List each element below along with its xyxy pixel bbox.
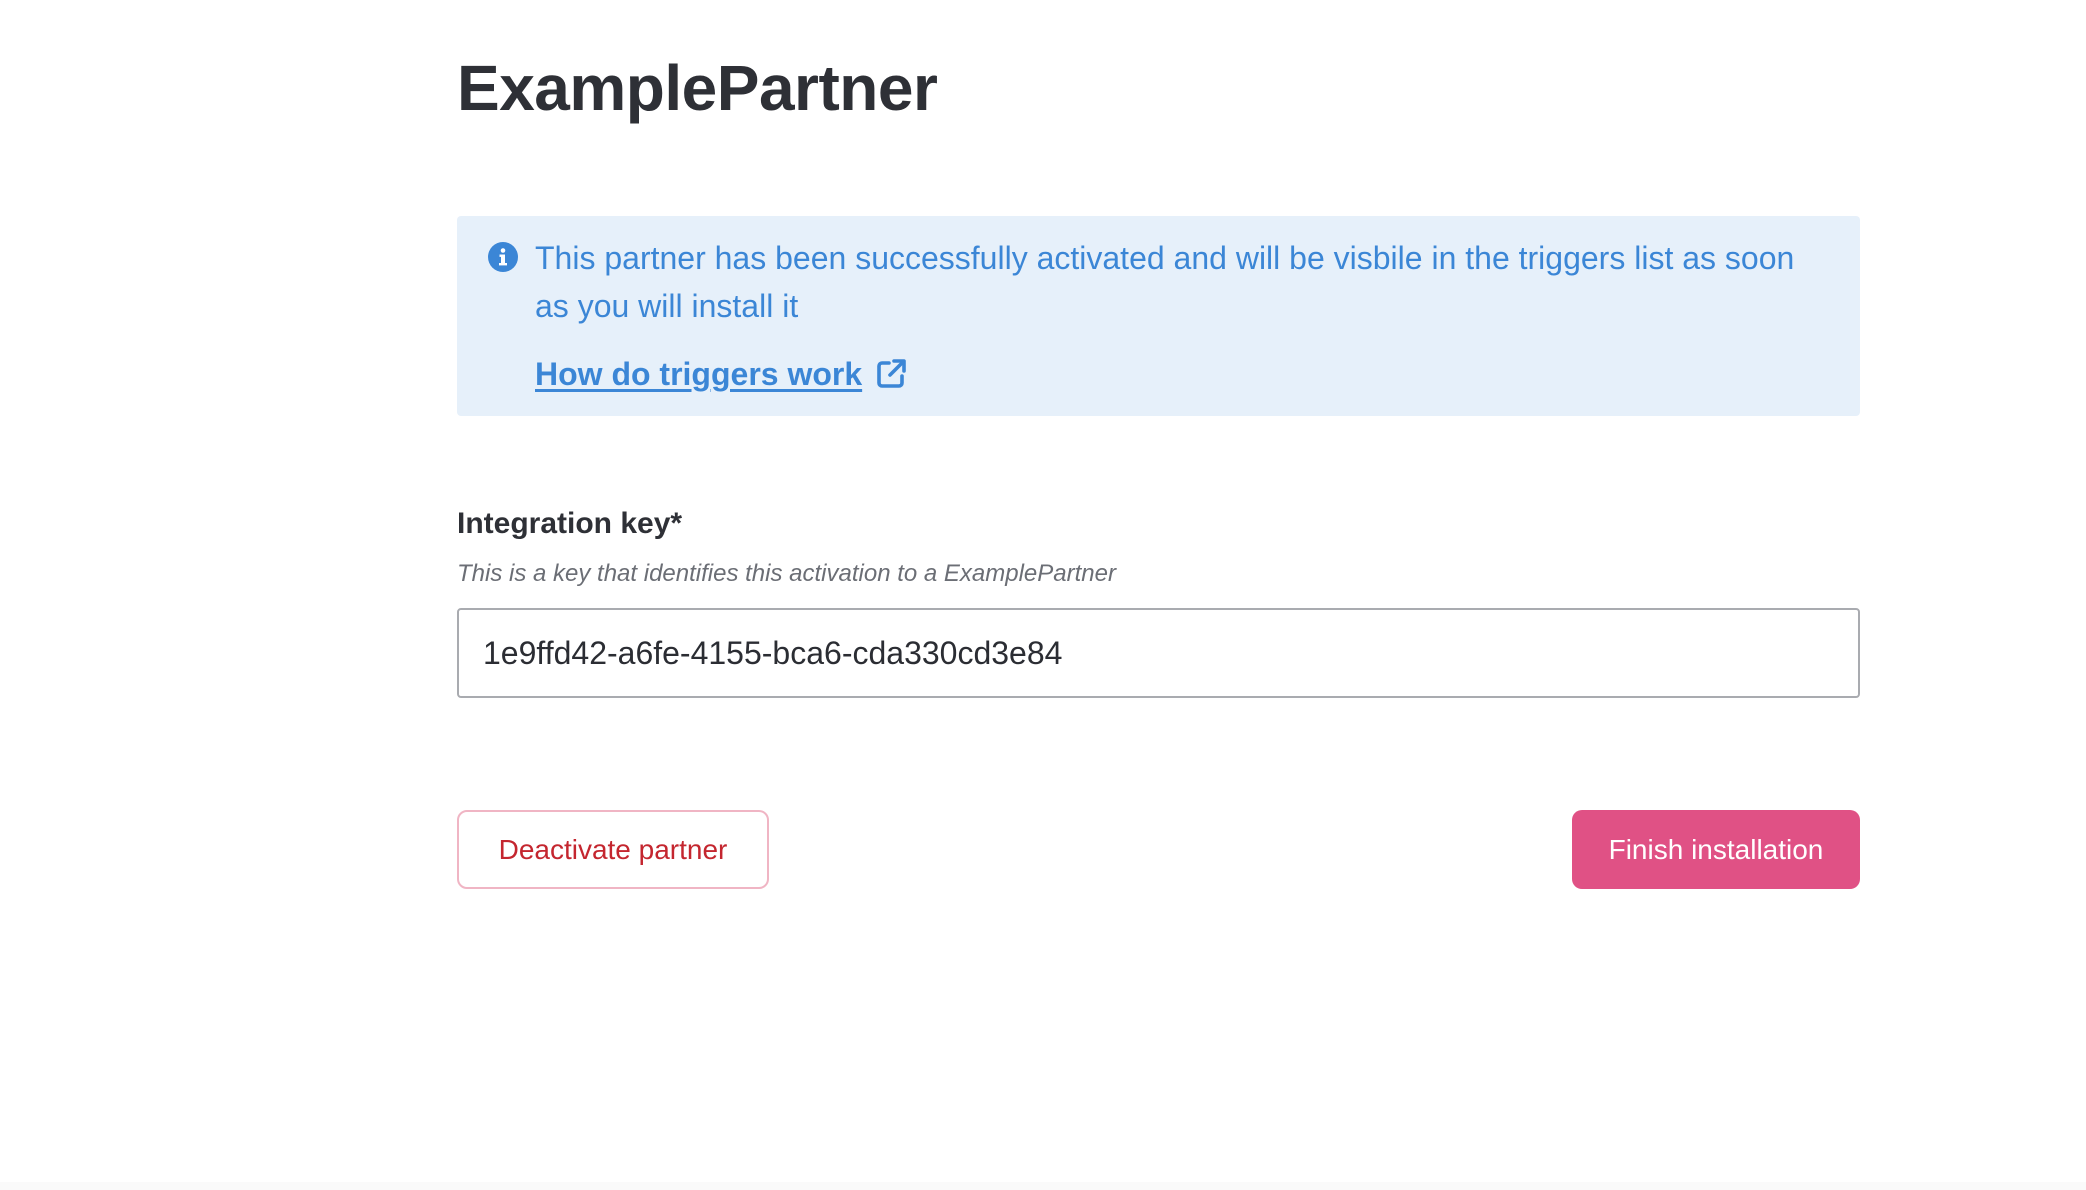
integration-key-label: Integration key* bbox=[457, 507, 683, 540]
info-message: This partner has been successfully activ… bbox=[535, 240, 1795, 324]
triggers-help-link-label: How do triggers work bbox=[535, 356, 863, 392]
partner-install-page: ExamplePartner This partner has been suc… bbox=[0, 0, 2086, 1190]
external-link-icon bbox=[877, 359, 906, 388]
bottom-edge bbox=[0, 1182, 2086, 1190]
info-alert: This partner has been successfully activ… bbox=[457, 216, 1860, 416]
integration-key-input[interactable] bbox=[457, 608, 1860, 698]
triggers-help-link[interactable]: How do triggers work bbox=[535, 352, 908, 396]
finish-installation-button[interactable]: Finish installation bbox=[1572, 810, 1860, 889]
integration-key-hint: This is a key that identifies this activ… bbox=[457, 560, 1116, 587]
info-circle-icon bbox=[488, 242, 518, 272]
deactivate-partner-button[interactable]: Deactivate partner bbox=[457, 810, 769, 889]
page-title: ExamplePartner bbox=[457, 52, 938, 124]
